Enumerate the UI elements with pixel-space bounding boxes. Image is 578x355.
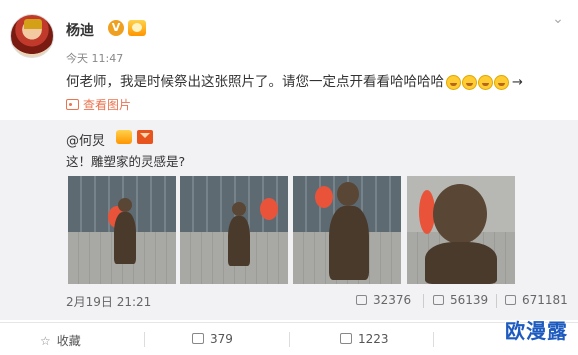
like-count[interactable]: 671181 [505,293,568,307]
vip-badge-icon [116,130,132,144]
comment-count[interactable]: 56139 [433,293,488,307]
author-name[interactable]: 杨迪 [66,20,94,40]
repost-time[interactable]: 2月19日 21:21 [66,293,151,310]
statue-photo-1[interactable] [68,176,176,284]
vip-badge-icon [128,20,146,36]
image-icon [66,99,79,110]
statue-photo-2[interactable] [180,176,288,284]
emoji-row [446,74,510,90]
post-text: 何老师，我是时候祭出这张照片了。请您一定点开看看哈哈哈哈 → [66,70,523,90]
post-header: 杨迪 V 今天 11:47 ⌄ 何老师，我是时候祭出这张照片了。请您一定点开看看… [0,0,578,118]
repost-box: @何炅 这！雕塑家的灵感是? 2月19日 21:21 32376 56139 6… [0,120,578,320]
grin-emoji-icon [462,74,477,90]
repost-icon [356,295,367,305]
statue-photo-3[interactable] [293,176,401,284]
view-image-link[interactable]: 查看图片 [66,96,131,113]
repost-text: 这！雕塑家的灵感是? [66,154,186,169]
repost-button[interactable]: 379 [192,332,233,346]
watermark: 欧漫露 [505,319,568,343]
repost-count[interactable]: 32376 [356,293,411,307]
arrow-right-icon: → [512,74,523,90]
comment-icon [433,295,444,305]
post-text-content: 何老师，我是时候祭出这张照片了。请您一定点开看看哈哈哈哈 [66,74,444,90]
statue-photo-4[interactable] [407,176,515,284]
grin-emoji-icon [478,74,493,90]
comment-icon [340,333,352,344]
favorite-button[interactable]: ☆ 收藏 [40,332,81,349]
repost-icon [192,333,204,344]
post-timestamp[interactable]: 今天 11:47 [66,50,123,66]
view-image-label: 查看图片 [83,98,132,112]
comment-button[interactable]: 1223 [340,332,389,346]
grin-emoji-icon [494,74,509,90]
grin-emoji-icon [446,74,461,90]
action-bar: ☆ 收藏 379 1223 [0,322,578,355]
author-avatar[interactable] [10,14,54,58]
red-envelope-icon [137,130,153,144]
repost-author[interactable]: @何炅 [66,130,105,149]
chevron-down-icon[interactable]: ⌄ [550,12,566,28]
verified-badge-icon: V [108,20,124,36]
star-icon: ☆ [40,334,51,348]
thumbs-up-icon [505,295,516,305]
